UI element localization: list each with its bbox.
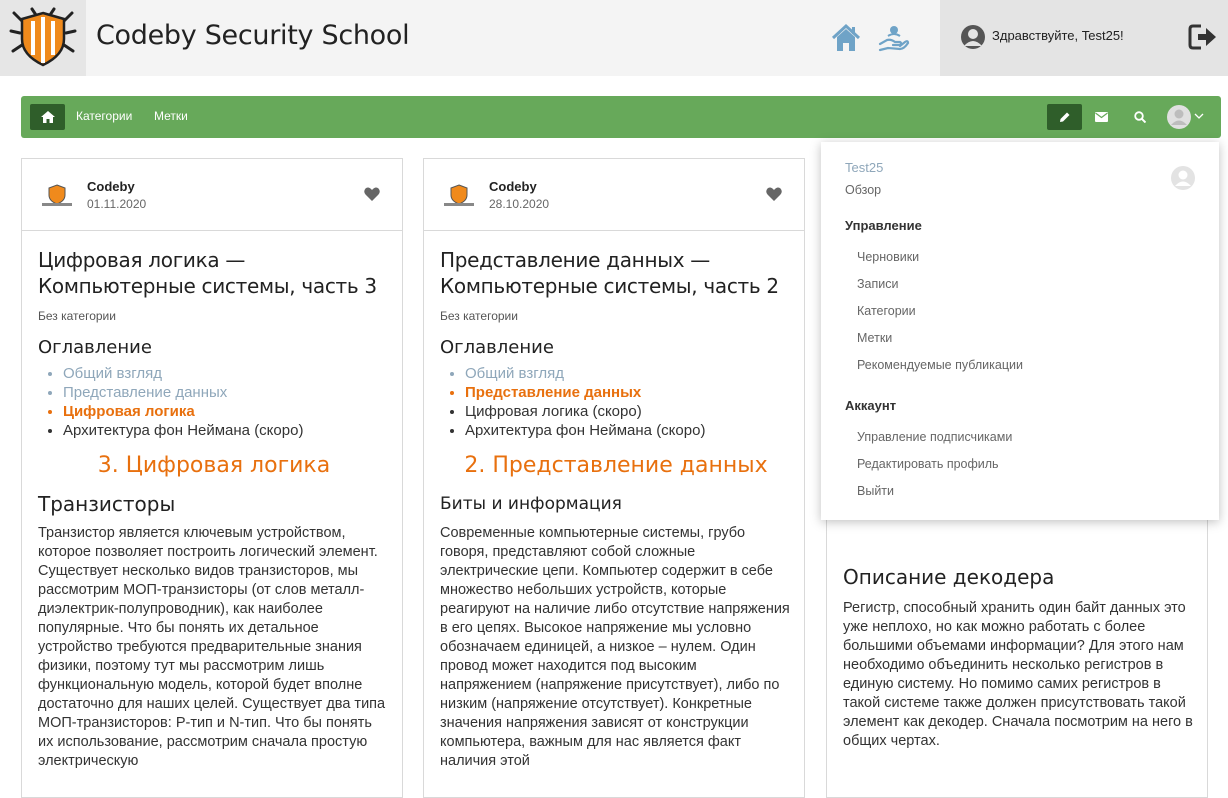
subheading: Описание декодера [843,565,1055,589]
search-icon [1133,111,1146,123]
toc-item[interactable]: Общий взгляд [63,364,390,383]
nav-link-categories[interactable]: Категории [76,109,132,123]
post-title[interactable]: Цифровая логика — Компьютерные системы, … [38,247,390,299]
user-greeting[interactable]: Здравствуйте, Test25! [992,28,1124,43]
menu-item-categories[interactable]: Категории [857,304,916,318]
menu-item-drafts[interactable]: Черновики [857,250,919,264]
menu-item-logout[interactable]: Выйти [857,484,894,498]
dropdown-section-account: Аккаунт [845,398,897,413]
dropdown-username[interactable]: Test25 [845,160,883,175]
toc-item-current: Цифровая логика [63,402,390,421]
home-icon[interactable] [830,22,862,54]
toc-heading: Оглавление [440,337,554,358]
toc-item-current: Представление данных [465,383,792,402]
card-body: Представление данных — Компьютерные сист… [440,247,792,771]
post-excerpt: Транзистор является ключевым устройством… [38,525,386,769]
home-icon [40,111,55,123]
nav-avatar-icon[interactable] [1167,105,1191,129]
card-date: 01.11.2020 [87,197,147,211]
menu-item-subscribers[interactable]: Управление подписчиками [857,430,1012,444]
post-category[interactable]: Без категории [38,309,390,323]
post-category[interactable]: Без категории [440,309,792,323]
menu-item-featured[interactable]: Рекомендуемые публикации [857,358,1023,372]
post-title[interactable]: Представление данных — Компьютерные сист… [440,247,792,299]
heart-icon[interactable] [364,187,380,201]
card-header: Codeby 01.11.2020 [22,159,402,231]
section-heading: 2. Представление данных [464,453,768,478]
toc-list: Общий взгляд Представление данных Цифров… [440,364,792,440]
messages-button[interactable] [1084,104,1119,130]
chevron-down-icon[interactable] [1194,111,1204,121]
card-body: Цифровая логика — Компьютерные системы, … [38,247,390,771]
card-header: Codeby 28.10.2020 [424,159,804,231]
main-navbar: Категории Метки [21,96,1221,138]
shield-logo-icon [9,7,77,67]
search-button[interactable] [1122,104,1157,130]
card-date: 28.10.2020 [489,197,550,211]
dropdown-avatar-icon [1171,166,1195,190]
author-logo-icon [42,184,72,206]
toc-item[interactable]: Общий взгляд [465,364,792,383]
post-card: Codeby 01.11.2020 Цифровая логика — Комп… [21,158,403,798]
menu-item-tags[interactable]: Метки [857,331,892,345]
author-logo-icon [444,184,474,206]
post-excerpt: Регистр, способный хранить один байт дан… [843,600,1193,749]
user-avatar-icon[interactable] [960,24,986,50]
envelope-icon [1095,112,1108,122]
toc-item[interactable]: Представление данных [63,383,390,402]
site-title[interactable]: Codeby Security School [96,20,410,51]
menu-item-edit-profile[interactable]: Редактировать профиль [857,457,999,471]
toc-item: Архитектура фон Неймана (скоро) [63,421,390,440]
subheading: Транзисторы [38,492,176,516]
toc-item: Архитектура фон Неймана (скоро) [465,421,792,440]
dropdown-section-manage: Управление [845,218,922,233]
card-author[interactable]: Codeby [489,179,537,194]
menu-item-posts[interactable]: Записи [857,277,899,291]
subheading: Биты и информация [440,494,622,514]
toc-list: Общий взгляд Представление данных Цифров… [38,364,390,440]
section-heading: 3. Цифровая логика [97,453,331,478]
write-post-button[interactable] [1047,104,1082,130]
user-dropdown-menu: Test25 Обзор Управление Черновики Записи… [821,142,1219,520]
card-author[interactable]: Codeby [87,179,135,194]
donate-hand-icon[interactable] [878,22,910,54]
nav-home-button[interactable] [30,104,65,130]
site-logo[interactable] [0,0,86,76]
post-excerpt: Современные компьютерные системы, грубо … [440,525,790,769]
pencil-icon [1059,112,1069,122]
toc-heading: Оглавление [38,337,152,358]
logout-icon[interactable] [1188,22,1218,52]
nav-link-tags[interactable]: Метки [154,109,188,123]
card-body: Описание декодера Регистр, способный хра… [843,565,1195,751]
post-card: Codeby 28.10.2020 Представление данных —… [423,158,805,798]
dropdown-overview[interactable]: Обзор [845,183,881,197]
toc-item: Цифровая логика (скоро) [465,402,792,421]
heart-icon[interactable] [766,187,782,201]
top-header: Codeby Security School Здравствуйте, Tes… [0,0,1228,76]
